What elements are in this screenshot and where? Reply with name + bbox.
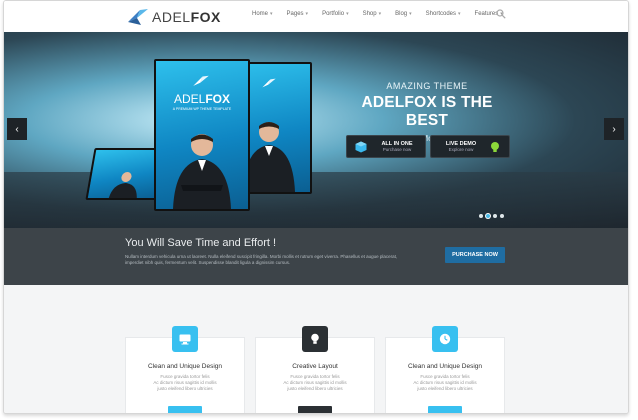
feature-icon-box bbox=[302, 326, 328, 352]
feature-desc-line: justo eleifend libero ultricies bbox=[287, 386, 343, 391]
fox-logo-icon bbox=[128, 9, 148, 25]
brand-name-bold: FOX bbox=[190, 9, 221, 25]
slider-dot[interactable] bbox=[479, 214, 483, 218]
chevron-down-icon: ▾ bbox=[458, 11, 461, 17]
feature-card: Clean and Unique Design Fusce gravida to… bbox=[125, 326, 245, 413]
nav-item-home[interactable]: Home ▾ bbox=[252, 11, 273, 17]
site-logo[interactable]: ADELFOX bbox=[127, 7, 221, 27]
nav-item-pages[interactable]: Pages ▾ bbox=[287, 11, 309, 17]
monitor-icon bbox=[179, 334, 191, 344]
feature-desc-line: justo eleifend libero ultricies bbox=[157, 386, 213, 391]
product-tagline: A PREMIUM WP THEME TEMPLATE bbox=[172, 107, 232, 111]
feature-description: Fusce gravida tortor felis Ac dictum ris… bbox=[256, 374, 374, 392]
site-header: ADELFOX Home ▾ Pages ▾ Portfolio ▾ Shop ▾ Bl… bbox=[4, 1, 628, 32]
live-demo-button[interactable]: LIVE DEMO Explore now bbox=[430, 135, 510, 158]
brand-name: ADELFOX bbox=[152, 9, 221, 25]
product-logo-light: ADEL bbox=[173, 92, 206, 106]
feature-icon-box bbox=[172, 326, 198, 352]
hero-caption: AMAZING THEME ADELFOX IS THE BEST Unique… bbox=[344, 81, 510, 143]
nav-item-blog[interactable]: Blog ▾ bbox=[395, 11, 412, 17]
main-nav: Home ▾ Pages ▾ Portfolio ▾ Shop ▾ Blog ▾ Shor… bbox=[252, 11, 517, 17]
feature-title: Clean and Unique Design bbox=[407, 363, 483, 370]
features-section: Clean and Unique Design Fusce gravida to… bbox=[4, 285, 628, 413]
slider-dot-active[interactable] bbox=[486, 214, 490, 218]
chevron-down-icon: ▾ bbox=[305, 11, 309, 17]
hero-title: ADELFOX IS THE BEST bbox=[361, 94, 493, 129]
nav-item-label: Pages bbox=[286, 11, 304, 17]
all-in-one-button[interactable]: ALL IN ONE Purchase now bbox=[346, 135, 426, 158]
feature-read-more-button[interactable] bbox=[168, 406, 202, 413]
nav-item-label: Shop bbox=[362, 11, 377, 17]
feature-icon-box bbox=[432, 326, 458, 352]
promo-title: You Will Save Time and Effort ! bbox=[125, 237, 277, 249]
button-subtitle: Purchase now bbox=[382, 146, 412, 152]
nav-item-shop[interactable]: Shop ▾ bbox=[363, 11, 382, 17]
hero-slider: ADELFOX A PREMIUM WP THEME TEMPLATE AMAZ… bbox=[4, 32, 628, 228]
button-title: ALL IN ONE bbox=[381, 140, 413, 147]
feature-desc-line: justo eleifend libero ultricies bbox=[417, 386, 473, 391]
purchase-now-button[interactable]: PURCHASE NOW bbox=[445, 247, 505, 263]
feature-read-more-button[interactable] bbox=[298, 406, 332, 413]
chevron-down-icon: ▾ bbox=[270, 11, 273, 17]
promo-description: Nullam interdum vehicula urna ut laoreet… bbox=[125, 254, 398, 265]
lightbulb-icon bbox=[311, 333, 319, 344]
feature-title: Clean and Unique Design bbox=[147, 363, 223, 370]
product-logo: ADELFOX bbox=[156, 92, 248, 106]
promo-bar: You Will Save Time and Effort ! Nullam i… bbox=[4, 228, 628, 285]
hero-kicker: AMAZING THEME bbox=[386, 81, 468, 91]
person-icon bbox=[108, 172, 137, 198]
button-subtitle: Explore now bbox=[448, 146, 474, 152]
nav-item-portfolio[interactable]: Portfolio ▾ bbox=[322, 11, 349, 17]
product-box-front: ADELFOX A PREMIUM WP THEME TEMPLATE bbox=[154, 59, 250, 211]
fox-logo-icon bbox=[262, 78, 276, 88]
feature-read-more-button[interactable] bbox=[428, 406, 462, 413]
chevron-down-icon: ▾ bbox=[378, 11, 382, 17]
chevron-left-icon: ‹ bbox=[15, 123, 19, 135]
nav-item-label: Portfolio bbox=[322, 11, 345, 17]
slider-dot[interactable] bbox=[500, 214, 504, 218]
chevron-down-icon: ▾ bbox=[409, 11, 412, 17]
slider-pagination bbox=[479, 214, 507, 218]
nav-item-label: Blog bbox=[395, 11, 408, 17]
brand-name-light: ADEL bbox=[152, 9, 191, 25]
feature-title: Creative Layout bbox=[292, 363, 338, 370]
lightbulb-icon bbox=[491, 141, 499, 152]
nav-item-shortcodes[interactable]: Shortcodes ▾ bbox=[426, 11, 461, 17]
cube-icon bbox=[355, 141, 367, 152]
slider-dot[interactable] bbox=[493, 214, 497, 218]
feature-description: Fusce gravida tortor felis Ac dictum ris… bbox=[126, 374, 244, 392]
person-icon bbox=[173, 134, 231, 209]
hero-buttons: ALL IN ONE Purchase now LIVE DEMO Explor… bbox=[346, 135, 514, 158]
product-logo-bold: FOX bbox=[205, 92, 231, 106]
nav-item-label: Features bbox=[474, 11, 499, 17]
slider-next-button[interactable]: › bbox=[604, 118, 624, 140]
feature-description: Fusce gravida tortor felis Ac dictum ris… bbox=[386, 374, 504, 392]
clock-icon bbox=[439, 333, 451, 345]
search-icon[interactable] bbox=[496, 9, 506, 19]
chevron-right-icon: › bbox=[612, 123, 616, 135]
feature-card: Clean and Unique Design Fusce gravida to… bbox=[385, 326, 505, 413]
feature-card: Creative Layout Fusce gravida tortor fel… bbox=[255, 326, 375, 413]
fox-logo-icon bbox=[193, 75, 209, 86]
nav-item-label: Home bbox=[252, 11, 269, 17]
chevron-down-icon: ▾ bbox=[346, 11, 349, 17]
slider-prev-button[interactable]: ‹ bbox=[7, 118, 27, 140]
website-frame: ADELFOX Home ▾ Pages ▾ Portfolio ▾ Shop ▾ Bl… bbox=[3, 0, 629, 414]
nav-item-label: Shortcodes bbox=[425, 11, 457, 17]
